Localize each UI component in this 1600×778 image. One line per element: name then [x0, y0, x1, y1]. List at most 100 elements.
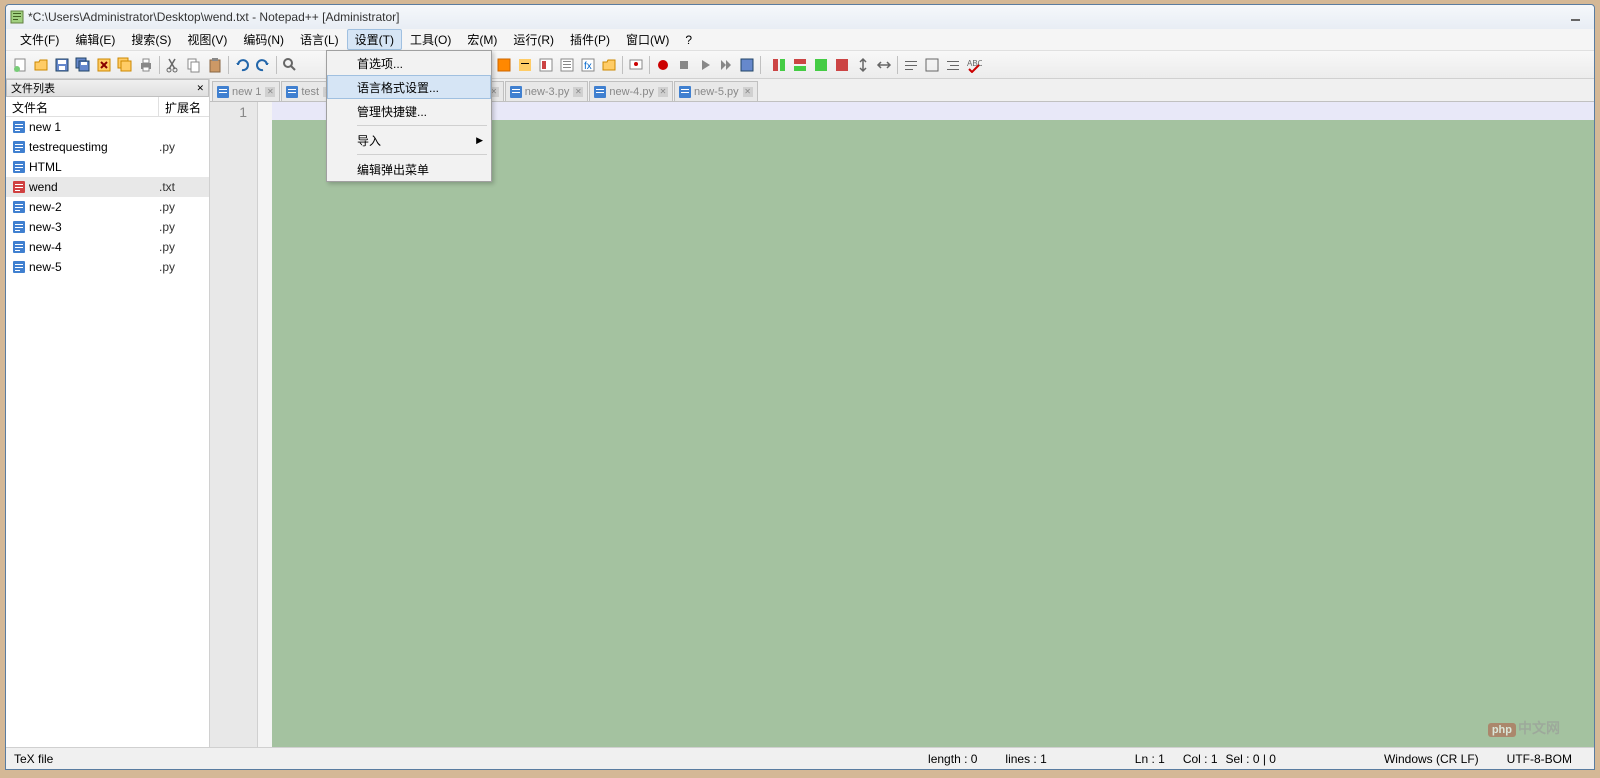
- toolbar-extra3[interactable]: [811, 55, 831, 75]
- toolbar-extra1[interactable]: [769, 55, 789, 75]
- close-button[interactable]: [94, 55, 114, 75]
- monitor-button[interactable]: [626, 55, 646, 75]
- func-list-button[interactable]: fx: [578, 55, 598, 75]
- tab-file-icon: [594, 86, 606, 98]
- redo-button[interactable]: [253, 55, 273, 75]
- menu-separator: [357, 125, 487, 126]
- save-all-button[interactable]: [73, 55, 93, 75]
- play-multi-button[interactable]: [716, 55, 736, 75]
- file-name: new-4: [29, 240, 159, 254]
- new-file-button[interactable]: [10, 55, 30, 75]
- spell-check-button[interactable]: ABC: [964, 55, 984, 75]
- record-button[interactable]: [653, 55, 673, 75]
- open-file-button[interactable]: [31, 55, 51, 75]
- tab-close-button[interactable]: ✕: [658, 87, 668, 97]
- app-icon: [10, 10, 24, 24]
- status-eol[interactable]: Windows (CR LF): [1370, 752, 1493, 766]
- menu-help[interactable]: ?: [677, 31, 700, 49]
- menu-search[interactable]: 搜索(S): [123, 29, 179, 50]
- menu-shortcut-mapper[interactable]: 管理快捷键...: [327, 99, 491, 123]
- file-row[interactable]: new-2 .py: [6, 197, 209, 217]
- print-button[interactable]: [136, 55, 156, 75]
- status-length: length : 0: [914, 752, 991, 766]
- titlebar[interactable]: *C:\Users\Administrator\Desktop\wend.txt…: [6, 5, 1594, 29]
- minimize-button[interactable]: [1562, 8, 1590, 26]
- sync-h-button[interactable]: [874, 55, 894, 75]
- sync-v-button[interactable]: [853, 55, 873, 75]
- tab-close-button[interactable]: ✕: [743, 87, 753, 97]
- file-list-title: 文件列表 ✕: [6, 79, 209, 97]
- cut-button[interactable]: [163, 55, 183, 75]
- tab-close-button[interactable]: ✕: [573, 87, 583, 97]
- menu-tools[interactable]: 工具(O): [402, 29, 459, 50]
- main-area: 文件列表 ✕ 文件名 扩展名 new 1 testrequestimg .py …: [6, 79, 1594, 747]
- tab-file-icon: [510, 86, 522, 98]
- file-name: testrequestimg: [29, 140, 159, 154]
- file-row[interactable]: new-5 .py: [6, 257, 209, 277]
- file-row[interactable]: HTML: [6, 157, 209, 177]
- play-button[interactable]: [695, 55, 715, 75]
- menu-import[interactable]: 导入 ▶: [327, 128, 491, 152]
- watermark-logo: php: [1488, 723, 1516, 737]
- menu-edit[interactable]: 编辑(E): [67, 29, 123, 50]
- editor-tab[interactable]: new 1 ✕: [212, 81, 280, 101]
- file-row[interactable]: testrequestimg .py: [6, 137, 209, 157]
- text-editor[interactable]: [272, 102, 1594, 747]
- indent-guide-button[interactable]: [494, 55, 514, 75]
- menu-run[interactable]: 运行(R): [505, 29, 562, 50]
- menu-plugins[interactable]: 插件(P): [562, 29, 618, 50]
- menu-language[interactable]: 语言(L): [292, 29, 347, 50]
- menu-macro[interactable]: 宏(M): [459, 29, 505, 50]
- folder-workspace-button[interactable]: [599, 55, 619, 75]
- status-encoding[interactable]: UTF-8-BOM: [1493, 752, 1586, 766]
- toolbar-extra2[interactable]: [790, 55, 810, 75]
- editor-tab[interactable]: new-3.py ✕: [505, 81, 589, 101]
- file-ext: .py: [159, 220, 209, 234]
- indent-button[interactable]: [943, 55, 963, 75]
- save-button[interactable]: [52, 55, 72, 75]
- menu-file[interactable]: 文件(F): [12, 29, 67, 50]
- toolbar-separator: [276, 56, 277, 74]
- file-row[interactable]: new-4 .py: [6, 237, 209, 257]
- file-row[interactable]: wend .txt: [6, 177, 209, 197]
- close-all-button[interactable]: [115, 55, 135, 75]
- toolbar-extra4[interactable]: [832, 55, 852, 75]
- copy-button[interactable]: [184, 55, 204, 75]
- tab-close-button[interactable]: ✕: [265, 87, 275, 97]
- tab-label: new 1: [232, 86, 261, 98]
- tab-label: new-3.py: [525, 86, 570, 98]
- file-name: new-2: [29, 200, 159, 214]
- editor-tab[interactable]: new-5.py ✕: [674, 81, 758, 101]
- window-controls: [1562, 8, 1590, 26]
- menu-style-configurator[interactable]: 语言格式设置...: [327, 75, 491, 99]
- all-chars-button[interactable]: [922, 55, 942, 75]
- find-button[interactable]: [280, 55, 300, 75]
- file-icon: [12, 160, 26, 174]
- file-row[interactable]: new-3 .py: [6, 217, 209, 237]
- paste-button[interactable]: [205, 55, 225, 75]
- menu-view[interactable]: 视图(V): [179, 29, 235, 50]
- menu-encoding[interactable]: 编码(N): [235, 29, 292, 50]
- editor-tab[interactable]: new-4.py ✕: [589, 81, 673, 101]
- file-list-close-button[interactable]: ✕: [196, 83, 204, 94]
- tab-label: new-4.py: [609, 86, 654, 98]
- file-icon: [12, 200, 26, 214]
- menu-edit-popup[interactable]: 编辑弹出菜单: [327, 157, 491, 181]
- stop-record-button[interactable]: [674, 55, 694, 75]
- menu-settings[interactable]: 设置(T): [347, 29, 402, 50]
- tab-label: test: [301, 86, 319, 98]
- save-macro-button[interactable]: [737, 55, 757, 75]
- col-extension[interactable]: 扩展名: [159, 97, 209, 116]
- doc-list-button[interactable]: [557, 55, 577, 75]
- wrap-button[interactable]: [901, 55, 921, 75]
- col-filename[interactable]: 文件名: [6, 97, 159, 116]
- user-lang-button[interactable]: [515, 55, 535, 75]
- menu-window[interactable]: 窗口(W): [618, 29, 677, 50]
- submenu-arrow-icon: ▶: [476, 135, 483, 146]
- doc-map-button[interactable]: [536, 55, 556, 75]
- undo-button[interactable]: [232, 55, 252, 75]
- file-row[interactable]: new 1: [6, 117, 209, 137]
- line-number-gutter: 1: [210, 102, 258, 747]
- fold-margin[interactable]: [258, 102, 272, 747]
- menu-preferences[interactable]: 首选项...: [327, 51, 491, 75]
